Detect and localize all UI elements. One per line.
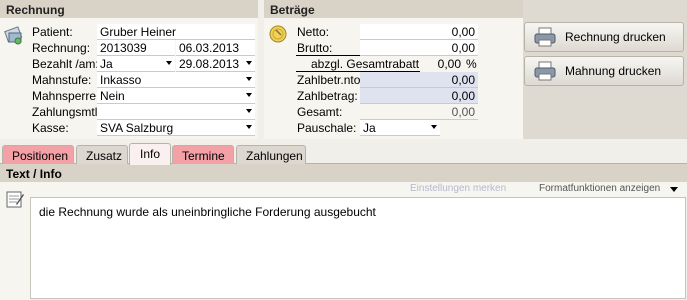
info-text: die Rechnung wurde als uneinbringliche F… — [39, 205, 376, 219]
info-text-editor[interactable]: die Rechnung wurde als uneinbringliche F… — [30, 197, 686, 299]
zahlbetrag-value: 0,00 — [451, 89, 475, 103]
mahnsperre-value: Nein — [100, 89, 125, 103]
divider — [296, 55, 360, 56]
brutto-label: Brutto: — [297, 41, 333, 55]
rechnung-header: Rechnung — [0, 0, 258, 18]
tab-zahlungen[interactable]: Zahlungen — [236, 145, 306, 164]
rechnung-nr-field[interactable]: 2013039 — [97, 40, 175, 56]
info-section-header: Text / Info — [0, 164, 687, 182]
mahnsperre-label: Mahnsperre: — [32, 89, 100, 103]
bezahlt-date-field[interactable]: 29.08.2013 — [176, 56, 255, 72]
notepad-icon — [6, 191, 24, 208]
info-section-title: Text / Info — [6, 167, 62, 181]
bezahlt-date-value: 29.08.2013 — [179, 57, 240, 71]
patient-value: Gruber Heiner — [100, 25, 177, 39]
zahlungsmtl-select[interactable] — [97, 104, 255, 120]
tab-termine[interactable]: Termine — [172, 145, 234, 164]
chevron-down-icon — [246, 125, 252, 129]
zahlbetrag-field[interactable]: 0,00 — [360, 88, 478, 104]
mahnsperre-select[interactable]: Nein — [97, 88, 255, 104]
mahnstufe-value: Inkasso — [100, 73, 142, 87]
patient-label: Patient: — [32, 25, 73, 39]
info-side-strip — [0, 182, 30, 300]
rechnung-nr-label: Rechnung: — [32, 41, 91, 55]
gesamtrabatt-label: abzgl. Gesamtrabatt: — [311, 57, 423, 71]
tab-info-label: Info — [139, 147, 160, 161]
gesamtrabatt-value: 0,00 — [437, 57, 461, 71]
netto-label: Netto: — [297, 25, 330, 39]
printer-icon — [534, 27, 556, 47]
rechnung-nr-value: 2013039 — [100, 41, 147, 55]
netto-field[interactable]: 0,00 — [360, 24, 478, 40]
rechnung-drucken-label: Rechnung drucken — [565, 30, 666, 44]
zahlungsmtl-label: Zahlungsmtl.: — [32, 105, 105, 119]
pauschale-value: Ja — [363, 121, 376, 135]
tab-positionen[interactable]: Positionen — [2, 145, 74, 164]
gesamtrabatt-field[interactable]: 0,00 — [420, 56, 464, 72]
chevron-down-icon — [246, 77, 252, 81]
tab-strip: Positionen Zusatz Info Termine Zahlungen — [0, 143, 687, 165]
gesamt-value: 0,00 — [451, 105, 475, 119]
zahlbetr-nto-label: Zahlbetr.nto. — [297, 73, 364, 87]
chevron-down-icon — [431, 125, 437, 129]
tab-info[interactable]: Info — [129, 143, 171, 165]
rechnung-date-field[interactable]: 06.03.2013 — [176, 40, 255, 56]
coin-icon — [268, 24, 288, 47]
einstellungen-merken-link[interactable]: Einstellungen merken — [410, 183, 506, 194]
kasse-select[interactable]: SVA Salzburg — [97, 120, 255, 136]
bezahlt-select[interactable]: Ja — [97, 56, 175, 72]
patient-card-icon — [3, 24, 25, 49]
info-toolbar: Einstellungen merken Formatfunktionen an… — [30, 182, 687, 197]
tab-zusatz-label: Zusatz — [86, 149, 123, 163]
netto-value: 0,00 — [451, 25, 475, 39]
patient-field[interactable]: Gruber Heiner — [97, 24, 255, 40]
gesamt-field: 0,00 — [360, 104, 478, 120]
mahnstufe-select[interactable]: Inkasso — [97, 72, 255, 88]
zahlbetr-nto-field[interactable]: 0,00 — [360, 72, 478, 88]
betraege-header: Beträge — [264, 0, 523, 18]
kasse-label: Kasse: — [32, 121, 69, 135]
bezahlt-label: Bezahlt /am: — [32, 57, 99, 71]
tab-termine-label: Termine — [182, 149, 225, 163]
percent-unit: % — [466, 57, 477, 71]
tab-positionen-label: Positionen — [12, 149, 69, 163]
rechnung-title: Rechnung — [6, 3, 65, 17]
zahlbetrag-label: Zahlbetrag: — [297, 89, 358, 103]
chevron-down-icon — [246, 93, 252, 97]
tab-zahlungen-label: Zahlungen — [246, 149, 303, 163]
betraege-title: Beträge — [270, 3, 315, 17]
printer-icon — [534, 61, 556, 81]
formatfunktionen-toggle[interactable]: Formatfunktionen anzeigen — [539, 183, 660, 194]
rechnung-drucken-button[interactable]: Rechnung drucken — [524, 22, 684, 52]
tab-zusatz[interactable]: Zusatz — [76, 145, 128, 164]
mahnung-drucken-button[interactable]: Mahnung drucken — [524, 56, 684, 86]
brutto-value: 0,00 — [451, 41, 475, 55]
kasse-value: SVA Salzburg — [100, 121, 174, 135]
pauschale-label: Pauschale: — [297, 121, 357, 135]
brutto-field[interactable]: 0,00 — [360, 40, 478, 56]
mahnung-drucken-label: Mahnung drucken — [565, 64, 662, 78]
chevron-down-icon — [246, 109, 252, 113]
chevron-down-icon[interactable] — [670, 187, 678, 192]
gesamt-label: Gesamt: — [297, 105, 343, 119]
chevron-down-icon — [246, 61, 252, 65]
rechnung-date-value: 06.03.2013 — [179, 41, 240, 55]
bezahlt-value: Ja — [100, 57, 113, 71]
mahnstufe-label: Mahnstufe: — [32, 73, 92, 87]
zahlbetr-nto-value: 0,00 — [451, 73, 475, 87]
pauschale-select[interactable]: Ja — [360, 120, 440, 136]
chevron-down-icon — [166, 61, 172, 65]
